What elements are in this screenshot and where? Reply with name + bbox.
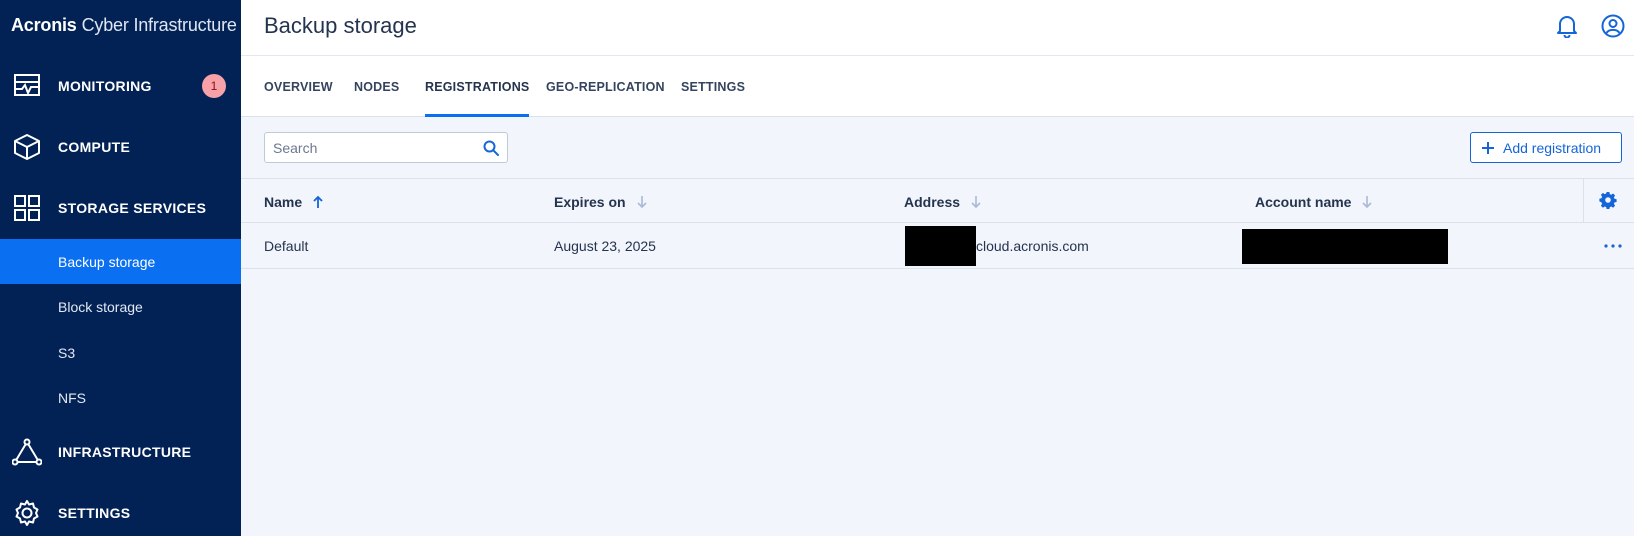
sidebar-subitem-block-storage[interactable]: Block storage (0, 284, 241, 329)
tab-geo-replication[interactable]: GEO-REPLICATION (546, 56, 665, 117)
column-label: Address (904, 193, 961, 210)
sidebar-subitem-nfs[interactable]: NFS (0, 375, 241, 420)
cell-expires: August 23, 2025 (554, 238, 656, 254)
column-label: Expires on (554, 193, 626, 210)
add-registration-button[interactable]: Add registration (1470, 132, 1622, 163)
monitoring-icon (12, 71, 42, 101)
row-actions-more-icon[interactable] (1603, 236, 1623, 256)
sidebar-item-label: STORAGE SERVICES (58, 200, 207, 216)
sidebar-item-label: COMPUTE (58, 139, 131, 155)
sidebar-item-storage-services[interactable]: STORAGE SERVICES (0, 183, 241, 233)
sidebar-item-monitoring[interactable]: MONITORING 1 (0, 61, 241, 111)
triangle-network-icon (12, 437, 42, 467)
sidebar-item-label: INFRASTRUCTURE (58, 444, 192, 460)
column-settings-gear-icon[interactable] (1599, 191, 1617, 210)
redacted-block (1242, 228, 1448, 264)
sidebar-item-settings[interactable]: SETTINGS (0, 488, 241, 536)
sort-desc-icon (1361, 195, 1373, 209)
sort-desc-icon (970, 195, 982, 209)
sidebar-subitem-backup-storage[interactable]: Backup storage (0, 239, 241, 284)
column-label: Account name (1255, 193, 1352, 210)
column-header-account-name[interactable]: Account name (1255, 179, 1373, 224)
tab-nodes[interactable]: NODES (354, 56, 399, 117)
search-icon[interactable] (482, 139, 500, 157)
tab-registrations[interactable]: REGISTRATIONS (425, 56, 530, 117)
page-header: Backup storage (241, 0, 1634, 56)
cell-address: cloud.acronis.com (905, 223, 1089, 269)
tab-bar: OVERVIEW NODES REGISTRATIONS GEO-REPLICA… (241, 56, 1634, 117)
search-input[interactable] (265, 133, 475, 162)
add-registration-label: Add registration (1503, 139, 1602, 156)
brand-logo[interactable]: Acronis Cyber Infrastructure (0, 0, 241, 50)
cell-account-name (1242, 223, 1448, 269)
sidebar: Acronis Cyber Infrastructure MONITORING … (0, 0, 241, 536)
grid-icon (12, 193, 42, 223)
column-header-name[interactable]: Name (264, 179, 324, 224)
page-title: Backup storage (264, 13, 417, 38)
sort-desc-icon (636, 195, 648, 209)
sidebar-item-label: MONITORING (58, 78, 152, 94)
tab-settings[interactable]: SETTINGS (681, 56, 745, 117)
table-header: Name Expires on Address Account name (241, 178, 1634, 223)
table-row[interactable]: Default August 23, 2025 cloud.acronis.co… (241, 223, 1634, 269)
sort-asc-icon (312, 195, 324, 209)
brand-name: Acronis (11, 14, 77, 35)
plus-icon (1481, 141, 1495, 155)
user-icon[interactable] (1600, 13, 1626, 39)
cell-name: Default (264, 238, 309, 254)
notification-badge: 1 (202, 74, 226, 98)
search-box (264, 132, 508, 163)
tab-overview[interactable]: OVERVIEW (264, 56, 333, 117)
sidebar-item-label: SETTINGS (58, 505, 131, 521)
sidebar-subitem-s3[interactable]: S3 (0, 330, 241, 375)
address-text: cloud.acronis.com (976, 238, 1089, 254)
brand-product: Cyber Infrastructure (81, 14, 237, 35)
bell-icon[interactable] (1554, 13, 1580, 39)
redacted-block (905, 226, 976, 266)
gear-icon (12, 498, 42, 528)
column-label: Name (264, 193, 303, 210)
column-header-address[interactable]: Address (904, 179, 982, 224)
column-header-expires[interactable]: Expires on (554, 179, 648, 224)
cube-icon (12, 132, 42, 162)
sidebar-item-infrastructure[interactable]: INFRASTRUCTURE (0, 427, 241, 477)
sidebar-item-compute[interactable]: COMPUTE (0, 122, 241, 172)
